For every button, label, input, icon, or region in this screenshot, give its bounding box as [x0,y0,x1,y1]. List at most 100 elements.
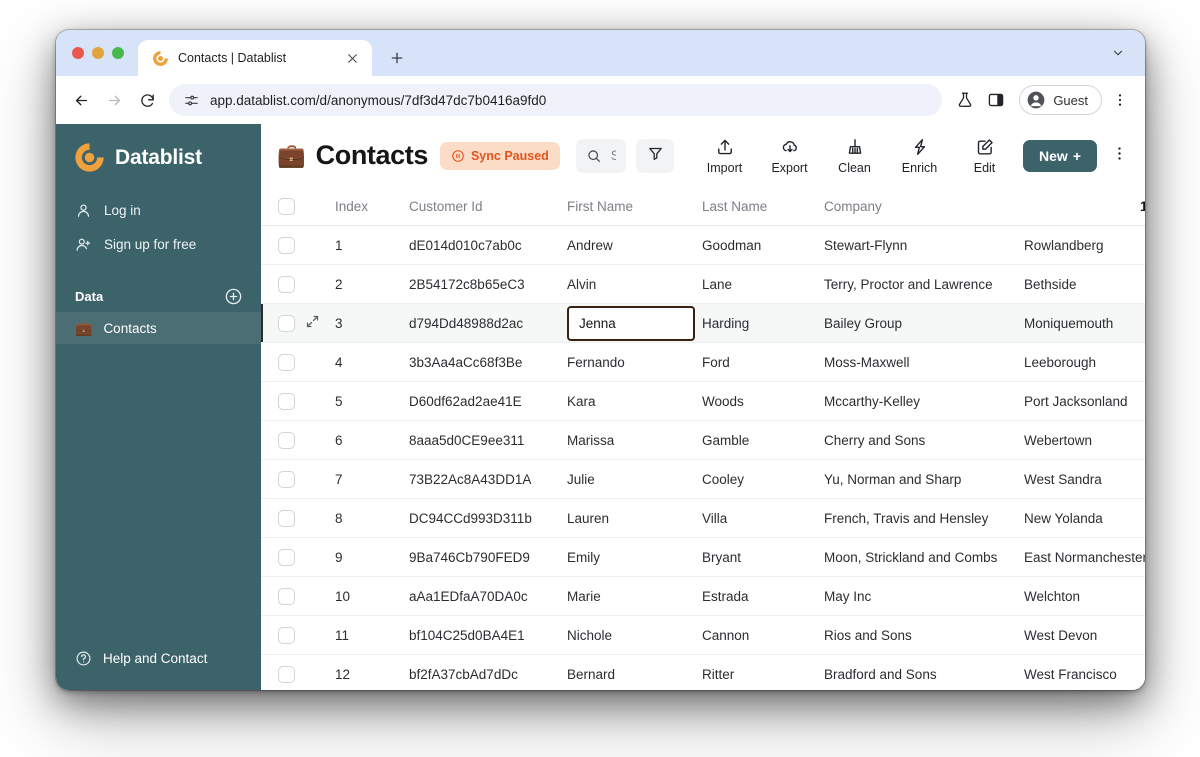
address-bar[interactable]: app.datablist.com/d/anonymous/7df3d47dc7… [169,84,943,116]
row-checkbox[interactable] [278,236,295,254]
browser-tab-active[interactable]: Contacts | Datablist [138,40,372,76]
cell-index[interactable]: 2 [335,265,409,304]
profile-chip[interactable]: Guest [1019,85,1102,115]
cell-index[interactable]: 4 [335,343,409,382]
cell-index[interactable]: 8 [335,499,409,538]
column-header-company[interactable]: Company [824,187,1024,226]
cell-first-name[interactable]: Kara [567,382,702,421]
cell-last-name[interactable]: Estrada [702,577,824,616]
new-button[interactable]: New + [1023,139,1097,172]
cell-company[interactable]: Cherry and Sons [824,421,1024,460]
site-settings-icon[interactable] [183,92,200,109]
close-icon[interactable] [342,48,362,68]
cell-company[interactable]: Terry, Proctor and Lawrence [824,265,1024,304]
search-box[interactable] [575,138,627,173]
cell-company[interactable]: Rios and Sons [824,616,1024,655]
cell-city[interactable]: Welchton [1024,577,1145,616]
cell-customer-id[interactable]: d794Dd48988d2ac [409,304,567,343]
column-header-first-name[interactable]: First Name [567,187,702,226]
table-row[interactable]: 4 3b3Aa4aCc68f3Be Fernando Ford Moss-Maxwell… [261,343,1145,382]
row-checkbox[interactable] [278,392,295,410]
cell-company[interactable]: Bradford and Sons [824,655,1024,691]
cell-last-name[interactable]: Ritter [702,655,824,691]
cell-city[interactable]: Webertown [1024,421,1145,460]
cell-company[interactable]: French, Travis and Hensley [824,499,1024,538]
cell-first-name[interactable]: Andrew [567,226,702,265]
cell-customer-id[interactable]: aAa1EDfaA70DA0c [409,577,567,616]
edit-button[interactable]: Edit [952,133,1017,179]
cell-first-name[interactable]: Fernando [567,343,702,382]
cell-editor-input[interactable]: Jenna [567,305,695,341]
search-input[interactable] [610,148,617,164]
table-row[interactable]: 5 D60df62ad2ae41E Kara Woods Mccarthy-Kelley… [261,382,1145,421]
new-tab-button[interactable] [382,43,412,73]
cell-index[interactable]: 5 [335,382,409,421]
cell-company[interactable]: Moon, Strickland and Combs [824,538,1024,577]
cell-customer-id[interactable]: dE014d010c7ab0c [409,226,567,265]
cell-first-name[interactable]: Jenna [567,304,702,343]
cell-index[interactable]: 6 [335,421,409,460]
forward-arrow-icon[interactable] [99,85,129,115]
cell-city[interactable]: Rowlandberg [1024,226,1145,265]
enrich-button[interactable]: Enrich [887,133,952,179]
close-window-button[interactable] [72,47,84,59]
cell-last-name[interactable]: Cannon [702,616,824,655]
cell-city[interactable]: Moniquemouth [1024,304,1145,343]
cell-city[interactable]: Leeborough [1024,343,1145,382]
filter-button[interactable] [636,138,675,173]
cell-city[interactable]: West Sandra [1024,460,1145,499]
cell-index[interactable]: 11 [335,616,409,655]
cell-customer-id[interactable]: 8aaa5d0CE9ee311 [409,421,567,460]
cell-index[interactable]: 9 [335,538,409,577]
status-badge[interactable]: Sync Paused [439,141,560,170]
table-row[interactable]: 12 bf2fA37cbAd7dDc Bernard Ritter Bradford a… [261,655,1145,691]
table-row[interactable]: 9 9Ba746Cb790FED9 Emily Bryant Moon, Strickl… [261,538,1145,577]
row-checkbox[interactable] [278,509,295,527]
flask-icon[interactable] [951,86,979,114]
row-checkbox[interactable] [278,314,295,332]
cell-last-name[interactable]: Ford [702,343,824,382]
cell-company[interactable]: Moss-Maxwell [824,343,1024,382]
table-row[interactable]: 6 8aaa5d0CE9ee311 Marissa Gamble Cherry and … [261,421,1145,460]
chevron-down-icon[interactable] [1105,40,1131,66]
sidebar-item-contacts[interactable]: 💼 Contacts [56,312,261,344]
side-panel-icon[interactable] [982,86,1010,114]
row-checkbox[interactable] [278,431,295,449]
reload-icon[interactable] [132,85,162,115]
cell-customer-id[interactable]: 3b3Aa4aCc68f3Be [409,343,567,382]
cell-customer-id[interactable]: D60df62ad2ae41E [409,382,567,421]
cell-last-name[interactable]: Lane [702,265,824,304]
cell-first-name[interactable]: Lauren [567,499,702,538]
table-row[interactable]: 11 bf104C25d0BA4E1 Nichole Cannon Rios and S… [261,616,1145,655]
maximize-window-button[interactable] [112,47,124,59]
cell-first-name[interactable]: Nichole [567,616,702,655]
row-checkbox[interactable] [278,470,295,488]
clean-button[interactable]: Clean [822,133,887,179]
column-header-customer-id[interactable]: Customer Id [409,187,567,226]
cell-first-name[interactable]: Marie [567,577,702,616]
cell-city[interactable]: West Francisco [1024,655,1145,691]
row-checkbox[interactable] [278,275,295,293]
cell-company[interactable]: May Inc [824,577,1024,616]
cell-customer-id[interactable]: 73B22Ac8A43DD1A [409,460,567,499]
cell-city[interactable]: New Yolanda [1024,499,1145,538]
cell-customer-id[interactable]: 2B54172c8b65eC3 [409,265,567,304]
cell-index[interactable]: 12 [335,655,409,691]
cell-last-name[interactable]: Cooley [702,460,824,499]
cell-city[interactable]: East Normanchester [1024,538,1145,577]
cell-company[interactable]: Bailey Group [824,304,1024,343]
row-checkbox[interactable] [278,548,295,566]
export-button[interactable]: Export [757,133,822,179]
table-row[interactable]: 8 DC94CCd993D311b Lauren Villa French, Travi… [261,499,1145,538]
table-row[interactable]: 10 aAa1EDfaA70DA0c Marie Estrada May Inc Welc… [261,577,1145,616]
sidebar-item-log-in[interactable]: Log in [56,193,261,227]
cell-last-name[interactable]: Woods [702,382,824,421]
cell-last-name[interactable]: Goodman [702,226,824,265]
minimize-window-button[interactable] [92,47,104,59]
cell-last-name[interactable]: Harding [702,304,824,343]
three-dots-vertical-icon[interactable] [1107,87,1133,113]
select-all-checkbox[interactable] [278,197,295,215]
cell-first-name[interactable]: Emily [567,538,702,577]
cell-company[interactable]: Mccarthy-Kelley [824,382,1024,421]
cell-first-name[interactable]: Alvin [567,265,702,304]
